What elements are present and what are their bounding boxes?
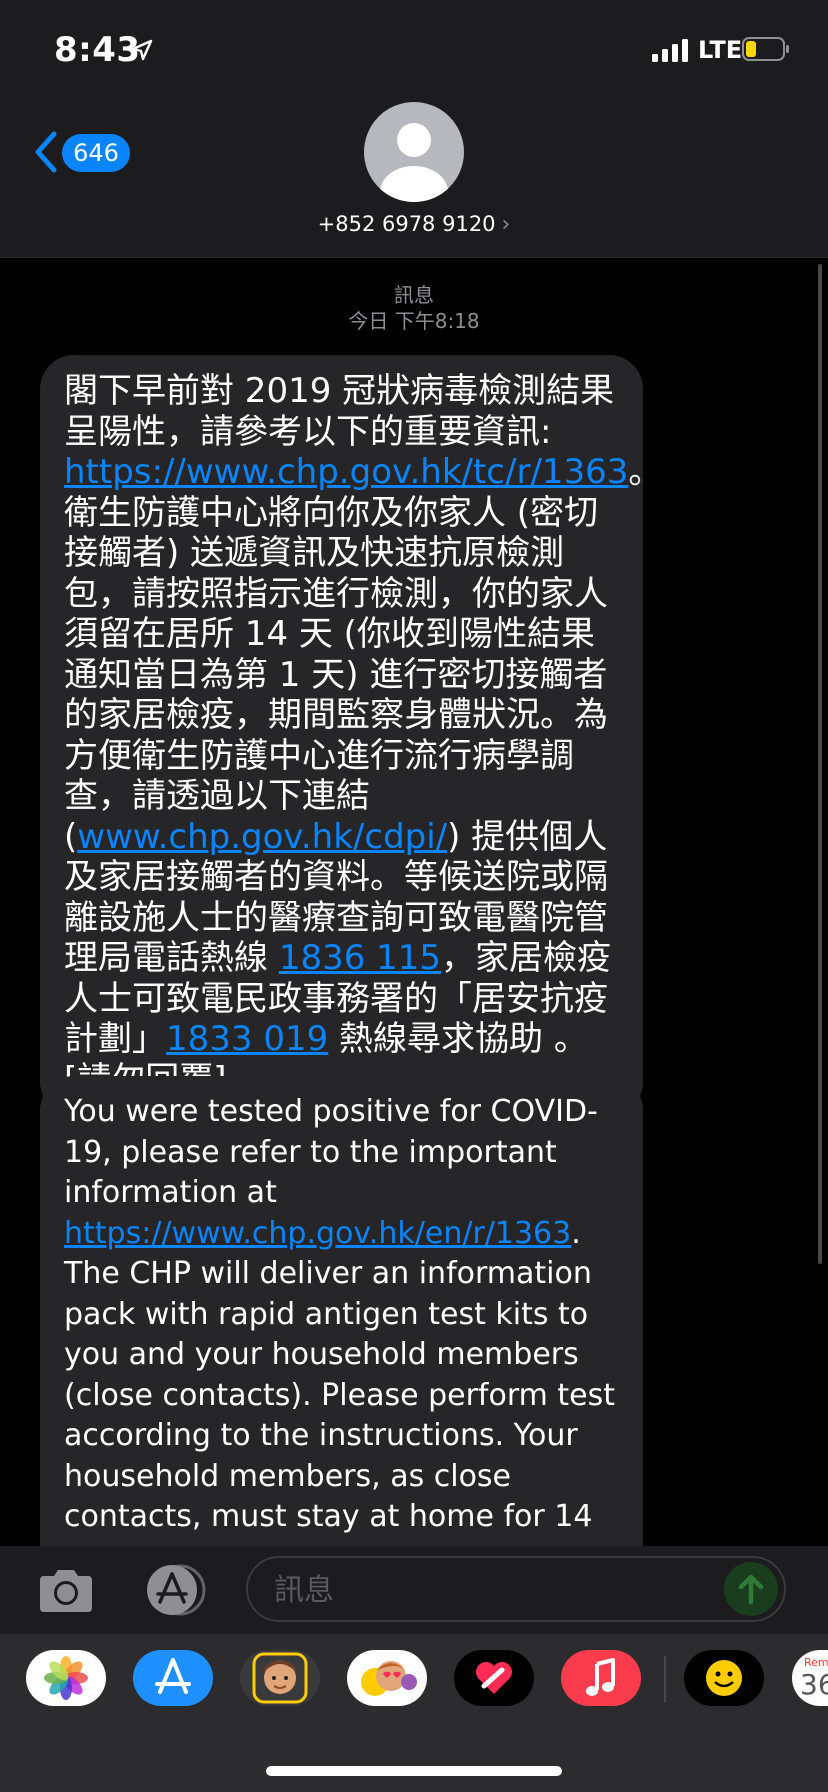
contact-number: +852 6978 9120 [317,212,496,236]
service-label: 訊息 [394,283,434,307]
scrollbar[interactable] [818,264,822,1264]
memoji-app-icon[interactable] [240,1650,320,1706]
music-app-icon[interactable] [561,1650,641,1706]
contact-name-button[interactable]: +852 6978 9120 › [0,212,828,237]
animoji-app-icon[interactable] [347,1650,427,1706]
message-text: 閣下早前對 2019 冠狀病毒檢測結果呈陽性，請參考以下的重要資訊: https… [64,371,662,1100]
app-store-app-icon[interactable] [133,1650,213,1706]
message-link[interactable]: https://www.chp.gov.hk/tc/r/1363 [64,452,628,492]
message-text: You were tested positive for COVID-19, p… [64,1092,621,1538]
message-link[interactable]: https://www.chp.gov.hk/en/r/1363 [64,1216,571,1251]
message-bubble[interactable]: You were tested positive for COVID-19, p… [40,1076,643,1546]
reminders-app-icon[interactable]: Rem 36 [792,1650,828,1706]
message-list[interactable]: 訊息 今日 下午8:18 閣下早前對 2019 冠狀病毒檢測結果呈陽性，請參考以… [0,258,828,1546]
unread-count-badge: 646 [62,134,130,172]
network-type: LTE [698,36,743,64]
back-button[interactable]: 646 [32,128,132,174]
contact-avatar[interactable] [364,102,464,202]
phone-link[interactable]: 1836 115 [279,938,441,978]
conversation-header: 646 +852 6978 9120 › [0,100,828,258]
camera-icon [40,1570,92,1612]
camera-button[interactable] [36,1568,96,1614]
message-text-segment: 。衛生防護中心將向你及你家人 (密切接觸者) 送遞資訊及快速抗原檢測包，請按照指… [64,452,663,857]
send-arrow-icon [738,1574,764,1605]
photos-app-icon[interactable] [26,1650,106,1706]
message-text-segment: . The CHP will deliver an information pa… [64,1215,616,1535]
status-bar: 8:43 LTE [0,0,828,100]
message-bubble[interactable]: 閣下早前對 2019 冠狀病毒檢測結果呈陽性，請參考以下的重要資訊: https… [40,355,662,1116]
message-input[interactable] [272,1558,716,1622]
home-indicator[interactable] [266,1766,562,1776]
message-timestamp: 今日 下午8:18 [348,309,480,333]
drawer-divider [664,1656,666,1702]
phone-link[interactable]: 1833 019 [166,1019,328,1059]
conversation-meta: 訊息 今日 下午8:18 [0,282,828,334]
apps-button[interactable] [140,1564,212,1616]
chevron-right-icon: › [501,212,511,237]
message-link[interactable]: www.chp.gov.hk/cdpi/ [77,817,447,857]
input-bar [0,1546,828,1634]
message-input-field[interactable] [246,1556,786,1622]
reminders-count: 36 [800,1668,828,1701]
status-time: 8:43 [54,30,141,70]
signal-bars-icon [652,39,688,62]
app-drawer: Rem 36 [0,1634,828,1792]
stickers-app-icon[interactable] [684,1650,764,1706]
person-silhouette-icon [380,123,448,202]
app-store-icon [147,1564,206,1616]
location-arrow-icon [131,39,153,61]
digital-touch-app-icon[interactable] [454,1650,534,1706]
send-button[interactable] [724,1562,778,1616]
battery-low-icon [742,37,789,61]
message-text-segment: You were tested positive for COVID-19, p… [64,1094,598,1210]
message-text-segment: 閣下早前對 2019 冠狀病毒檢測結果呈陽性，請參考以下的重要資訊: [64,371,615,452]
chevron-left-icon [35,131,57,173]
